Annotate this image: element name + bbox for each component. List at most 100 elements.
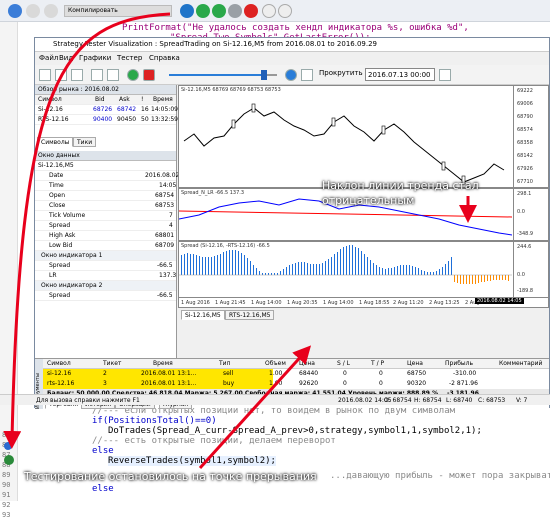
price-chart[interactable]: Si-12.16,M5 68769 68769 68753 68753 6922… bbox=[178, 85, 549, 188]
tester-toolbar: Прокрутить до 2016.07.13 00:00 bbox=[35, 65, 549, 85]
histogram-bar bbox=[376, 265, 377, 275]
histogram-bar bbox=[400, 265, 401, 275]
trade-row[interactable]: rts-12.16 3 2016.08.01 13:1... buy 1.00 … bbox=[43, 379, 549, 389]
time-tick: 1 Aug 14:00 bbox=[323, 300, 354, 306]
histogram-bar bbox=[379, 267, 380, 275]
histogram-bar bbox=[187, 253, 188, 275]
speed-slider-track[interactable] bbox=[169, 74, 261, 76]
breakpoint-icon[interactable] bbox=[4, 455, 14, 465]
histogram-bar bbox=[238, 251, 239, 275]
play-icon[interactable] bbox=[196, 4, 210, 18]
step-into-icon[interactable] bbox=[262, 4, 276, 18]
histogram-bar bbox=[388, 268, 389, 275]
step-out-icon[interactable] bbox=[278, 4, 292, 18]
tab-symbols[interactable]: Символы bbox=[37, 137, 74, 147]
tab-chart-si[interactable]: Si-12.16,M5 bbox=[181, 310, 225, 320]
line-number: 92 bbox=[2, 501, 11, 509]
menu-file[interactable]: Файл bbox=[39, 54, 58, 62]
zoom-in-icon[interactable] bbox=[91, 69, 103, 81]
dw-val: 68754 bbox=[155, 192, 175, 199]
price-line bbox=[183, 107, 505, 183]
chart-line-icon[interactable] bbox=[71, 69, 83, 81]
breakpoint-annotation-text: Тестирование остановилось на точке преры… bbox=[24, 470, 317, 483]
data-window-title: Окно данных bbox=[35, 151, 176, 161]
trade-row[interactable]: si-12.16 2 2016.08.01 13:1... sell 1.00 … bbox=[43, 369, 549, 379]
histogram-bar bbox=[223, 252, 224, 275]
market-watch-row[interactable]: RTS-12.16 90400 90450 50 13:32:59 bbox=[35, 115, 178, 125]
tab-symbols-label: Символы bbox=[41, 139, 70, 146]
histogram-bar bbox=[289, 265, 290, 275]
histogram-bar bbox=[382, 268, 383, 275]
data-row: Close 68753 bbox=[35, 201, 176, 211]
histogram-bar bbox=[463, 275, 464, 284]
histogram-bar bbox=[445, 264, 446, 275]
menu-view[interactable]: Вид bbox=[59, 54, 73, 62]
pause-visual-icon[interactable] bbox=[301, 69, 313, 81]
candle-group bbox=[231, 103, 466, 185]
tab-ticks[interactable]: Тики bbox=[73, 137, 97, 147]
histogram-bar bbox=[358, 248, 359, 275]
th-symbol: Символ bbox=[47, 360, 71, 367]
new-chart-icon[interactable] bbox=[39, 69, 51, 81]
histogram-bar bbox=[418, 268, 419, 275]
histogram-bar bbox=[337, 252, 338, 275]
dw-key: Spread bbox=[49, 292, 71, 299]
chart-bars-icon[interactable] bbox=[55, 69, 67, 81]
step-icon[interactable] bbox=[26, 4, 40, 18]
histogram-bar bbox=[259, 271, 260, 275]
td-tp: 0 bbox=[379, 380, 383, 387]
speed-slider-handle[interactable] bbox=[261, 70, 267, 80]
histogram-bar bbox=[496, 275, 497, 280]
price-tick: 69222 bbox=[517, 88, 533, 94]
mw-spread: 50 bbox=[141, 116, 149, 123]
histogram-bar bbox=[334, 254, 335, 275]
histogram-bar bbox=[199, 256, 200, 275]
stop-icon[interactable] bbox=[244, 4, 258, 18]
calendar-icon[interactable] bbox=[439, 69, 451, 81]
histogram-bar bbox=[385, 269, 386, 275]
play-icon[interactable] bbox=[127, 69, 139, 81]
histogram-bar bbox=[313, 264, 314, 275]
histogram-bar bbox=[292, 264, 293, 275]
pause-icon[interactable] bbox=[228, 4, 242, 18]
scroll-date-input[interactable]: 2016.07.13 00:00 bbox=[365, 68, 435, 81]
dw-key: Close bbox=[49, 202, 66, 209]
histogram-bar bbox=[253, 265, 254, 275]
time-axis: 1 Aug 2016 1 Aug 21:45 1 Aug 14:00 1 Aug… bbox=[178, 298, 549, 308]
time-cursor: 2016.08.02 14:05 bbox=[475, 298, 524, 304]
histogram-bar bbox=[208, 257, 209, 275]
play-visual-icon[interactable] bbox=[285, 69, 297, 81]
menu-tester[interactable]: Тестер bbox=[117, 54, 142, 62]
data-row: Time 14:05 bbox=[35, 181, 176, 191]
dw-val: 7 bbox=[169, 212, 173, 219]
start-debug-icon[interactable] bbox=[180, 4, 194, 18]
price-axis: 69222 69006 68790 68574 68358 68142 6792… bbox=[513, 86, 549, 187]
menu-charts[interactable]: Графики bbox=[79, 54, 111, 62]
price-tick: 67710 bbox=[517, 179, 533, 185]
ind1-tick: 298.1 bbox=[517, 191, 532, 197]
menu-help[interactable]: Справка bbox=[149, 54, 180, 62]
td-ticket: 3 bbox=[103, 380, 107, 387]
menu-bar: Файл Вид Графики Тестер Справка bbox=[35, 52, 549, 65]
dw-val: 137.3 bbox=[159, 272, 177, 279]
histogram-bar bbox=[346, 246, 347, 275]
histogram-bar bbox=[442, 267, 443, 275]
compile-button[interactable]: Компилировать bbox=[64, 5, 172, 17]
histogram-bar bbox=[391, 268, 392, 275]
continue-icon[interactable] bbox=[212, 4, 226, 18]
step-over-icon[interactable] bbox=[44, 4, 58, 18]
zoom-out-icon[interactable] bbox=[107, 69, 119, 81]
mw-bid: 90400 bbox=[93, 116, 113, 123]
stop-icon[interactable] bbox=[143, 69, 155, 81]
price-tick: 68358 bbox=[517, 140, 533, 146]
histogram-bar bbox=[256, 268, 257, 275]
market-watch-row[interactable]: Si-12.16 68726 68742 16 14:05:09 bbox=[35, 105, 178, 115]
tab-chart-rts[interactable]: RTS-12.16,M5 bbox=[225, 310, 275, 320]
histogram-bar bbox=[457, 275, 458, 283]
histogram-bar bbox=[367, 257, 368, 275]
market-watch-title: Обзор рынка : 2016.08.02 bbox=[35, 85, 176, 95]
indicator2-chart[interactable]: Spread (Si-12.16, -RTS-12.16) -66.5 244.… bbox=[178, 241, 549, 298]
dw-val: 68801 bbox=[155, 232, 175, 239]
debug-icon[interactable] bbox=[8, 4, 22, 18]
line-number: 85 bbox=[2, 431, 11, 439]
